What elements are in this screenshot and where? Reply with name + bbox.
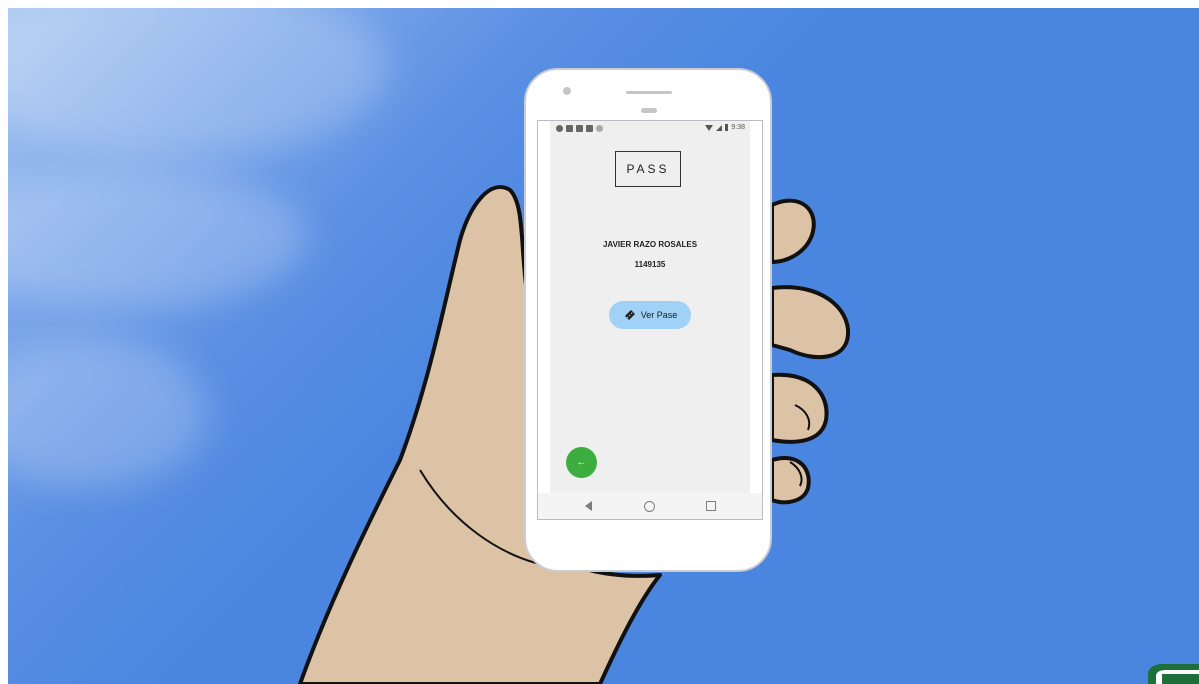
corner-brand-logo xyxy=(1148,664,1199,684)
smartphone: 9:38 PASS JAVIER RAZO ROSALES 1149135 Ve… xyxy=(524,68,772,572)
user-id: 1149135 xyxy=(634,260,666,269)
notification-icons xyxy=(556,125,603,132)
android-nav-bar xyxy=(538,493,762,519)
arrow-left-icon: ← xyxy=(576,457,587,468)
status-indicators: 9:38 xyxy=(705,124,745,131)
front-camera xyxy=(563,87,571,95)
notification-icon xyxy=(586,125,593,132)
app-logo: PASS xyxy=(615,151,681,187)
notification-icon xyxy=(576,125,583,132)
view-pass-button[interactable]: Ver Pase xyxy=(609,301,691,329)
notification-icon xyxy=(596,125,603,132)
home-circle-icon xyxy=(644,500,656,512)
view-pass-label: Ver Pase xyxy=(640,310,678,320)
phone-screen: 9:38 PASS JAVIER RAZO ROSALES 1149135 Ve… xyxy=(537,120,763,520)
signal-icon xyxy=(716,124,723,131)
earpiece-speaker xyxy=(626,91,672,94)
recents-square-icon xyxy=(706,501,717,511)
nav-back-button[interactable] xyxy=(582,499,596,513)
back-triangle-icon xyxy=(585,501,593,511)
wifi-icon xyxy=(705,124,714,131)
nav-recents-button[interactable] xyxy=(704,499,718,513)
notification-icon xyxy=(566,125,573,132)
user-name: JAVIER RAZO ROSALES xyxy=(602,240,698,249)
battery-icon xyxy=(725,124,729,131)
notification-icon xyxy=(556,125,563,132)
status-time: 9:38 xyxy=(731,124,745,131)
proximity-sensor xyxy=(641,108,657,113)
status-bar: 9:38 xyxy=(550,121,750,136)
ticket-icon xyxy=(624,310,635,320)
nav-home-button[interactable] xyxy=(643,499,657,513)
back-fab-button[interactable]: ← xyxy=(566,447,597,478)
